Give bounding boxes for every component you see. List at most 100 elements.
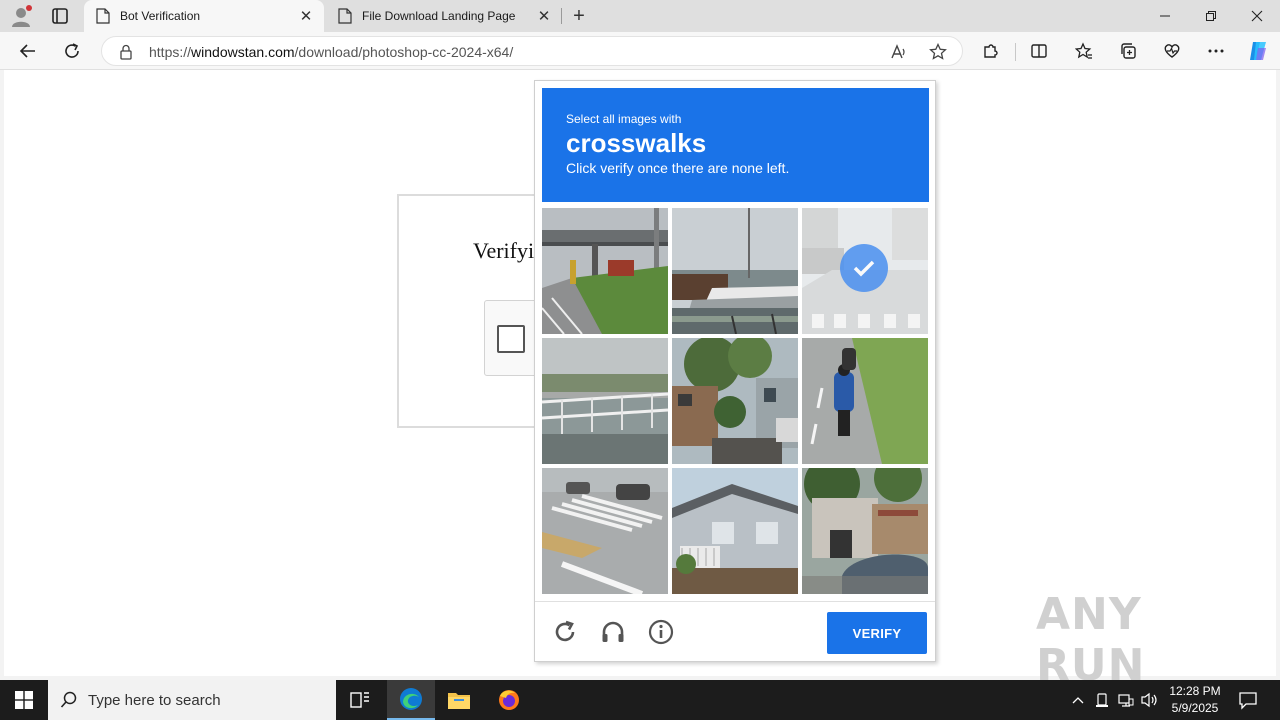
captcha-hint: Click verify once there are none left.	[566, 160, 790, 176]
captcha-tile-7[interactable]	[542, 468, 668, 594]
taskbar-file-explorer[interactable]	[435, 680, 483, 720]
close-tab-icon[interactable]: ✕	[298, 8, 314, 25]
windows-taskbar: Type here to search 12:28 PM 5/9/2025	[0, 680, 1280, 720]
taskbar-firefox[interactable]	[485, 680, 533, 720]
favorite-button[interactable]	[928, 42, 948, 62]
edge-icon	[400, 688, 422, 710]
read-aloud-button[interactable]	[889, 42, 909, 62]
taskbar-search[interactable]: Type here to search	[48, 680, 336, 720]
browser-essentials-button[interactable]	[1160, 39, 1184, 63]
tray-device-button[interactable]	[1092, 690, 1112, 710]
minimize-icon	[1160, 15, 1170, 17]
watermark-text: ANY RUN	[1036, 589, 1146, 691]
volume-icon	[1141, 692, 1157, 708]
tab-bot-verification[interactable]: Bot Verification ✕	[84, 0, 324, 32]
notifications-button[interactable]	[1236, 688, 1260, 712]
captcha-tile-2[interactable]	[672, 208, 798, 334]
start-button[interactable]	[0, 680, 48, 720]
extensions-button[interactable]	[979, 39, 1003, 63]
tab-title: File Download Landing Page	[362, 9, 516, 23]
captcha-challenge: Select all images with crosswalks Click …	[534, 80, 936, 662]
tray-overflow-button[interactable]	[1068, 690, 1088, 710]
url-path: /download/photoshop-cc-2024-x64/	[294, 44, 514, 60]
tab-actions-button[interactable]	[50, 6, 70, 26]
search-placeholder: Type here to search	[88, 691, 221, 709]
captcha-instruction: Select all images with	[566, 112, 682, 126]
url-scheme: https://	[149, 44, 192, 60]
settings-more-button[interactable]	[1204, 39, 1228, 63]
tab-separator	[561, 8, 562, 24]
tile-image	[802, 338, 928, 464]
browser-toolbar: https://windowstan.com/download/photosho…	[0, 32, 1280, 70]
split-screen-button[interactable]	[1027, 39, 1051, 63]
tray-network-button[interactable]	[1116, 690, 1136, 710]
audio-challenge-button[interactable]	[599, 618, 627, 646]
collections-button[interactable]	[1116, 39, 1140, 63]
restore-icon	[1206, 11, 1216, 21]
tab-strip: Bot Verification ✕ File Download Landing…	[0, 0, 1280, 32]
device-icon	[1096, 693, 1108, 707]
tile-image	[802, 468, 928, 594]
lock-icon[interactable]	[119, 44, 133, 60]
heart-pulse-icon	[1164, 44, 1180, 58]
restore-button[interactable]	[1188, 0, 1234, 32]
read-aloud-icon	[891, 44, 905, 59]
address-bar[interactable]: https://windowstan.com/download/photosho…	[101, 36, 963, 66]
task-view-icon	[350, 692, 369, 708]
verification-heading: Verifyi	[473, 238, 535, 263]
captcha-footer: VERIFY	[535, 601, 935, 661]
recaptcha-checkbox[interactable]	[497, 325, 525, 353]
headphones-icon	[602, 621, 624, 642]
collections-icon	[1121, 43, 1136, 59]
url-text[interactable]: https://windowstan.com/download/photosho…	[149, 44, 513, 60]
captcha-tile-9[interactable]	[802, 468, 928, 594]
taskbar-clock[interactable]: 12:28 PM 5/9/2025	[1166, 683, 1224, 717]
task-view-button[interactable]	[336, 680, 384, 720]
tile-image	[542, 208, 668, 334]
notification-dot	[26, 5, 32, 11]
captcha-tile-4[interactable]	[542, 338, 668, 464]
reload-challenge-button[interactable]	[551, 618, 579, 646]
tile-image	[672, 468, 798, 594]
tab-actions-icon	[52, 8, 68, 24]
notification-icon	[1239, 692, 1257, 710]
tile-selected-check-icon	[840, 244, 888, 292]
plus-icon: +	[573, 4, 585, 27]
url-domain: windowstan.com	[191, 44, 295, 60]
tray-volume-button[interactable]	[1140, 690, 1160, 710]
tile-image	[542, 338, 668, 464]
puzzle-icon	[984, 44, 998, 58]
captcha-tile-8[interactable]	[672, 468, 798, 594]
copilot-icon	[1250, 42, 1266, 60]
info-button[interactable]	[647, 618, 675, 646]
tab-file-download[interactable]: File Download Landing Page ✕	[326, 0, 562, 32]
more-dots-icon	[1208, 49, 1224, 53]
back-button[interactable]	[16, 39, 40, 63]
close-tab-icon[interactable]: ✕	[536, 8, 552, 25]
split-screen-icon	[1031, 44, 1047, 58]
refresh-button[interactable]	[60, 39, 84, 63]
captcha-target: crosswalks	[566, 128, 707, 158]
close-window-button[interactable]	[1234, 0, 1280, 32]
star-icon	[929, 43, 947, 60]
clock-date: 5/9/2025	[1171, 701, 1219, 715]
minimize-button[interactable]	[1142, 0, 1188, 32]
profile-avatar[interactable]	[8, 4, 34, 28]
search-icon	[60, 691, 77, 708]
copilot-button[interactable]	[1246, 39, 1270, 63]
verify-button[interactable]: VERIFY	[827, 612, 927, 654]
favorites-button[interactable]	[1072, 39, 1096, 63]
tile-image	[542, 468, 668, 594]
captcha-tile-6[interactable]	[802, 338, 928, 464]
firefox-icon	[499, 690, 519, 710]
network-icon	[1118, 694, 1134, 707]
captcha-tile-5[interactable]	[672, 338, 798, 464]
captcha-tile-3[interactable]	[802, 208, 928, 334]
new-tab-button[interactable]: +	[568, 5, 590, 27]
clock-time: 12:28 PM	[1169, 684, 1221, 698]
tab-title: Bot Verification	[120, 9, 201, 23]
taskbar-edge[interactable]	[387, 680, 435, 720]
captcha-tile-1[interactable]	[542, 208, 668, 334]
captcha-image-grid	[542, 208, 930, 596]
tile-image	[672, 338, 798, 464]
